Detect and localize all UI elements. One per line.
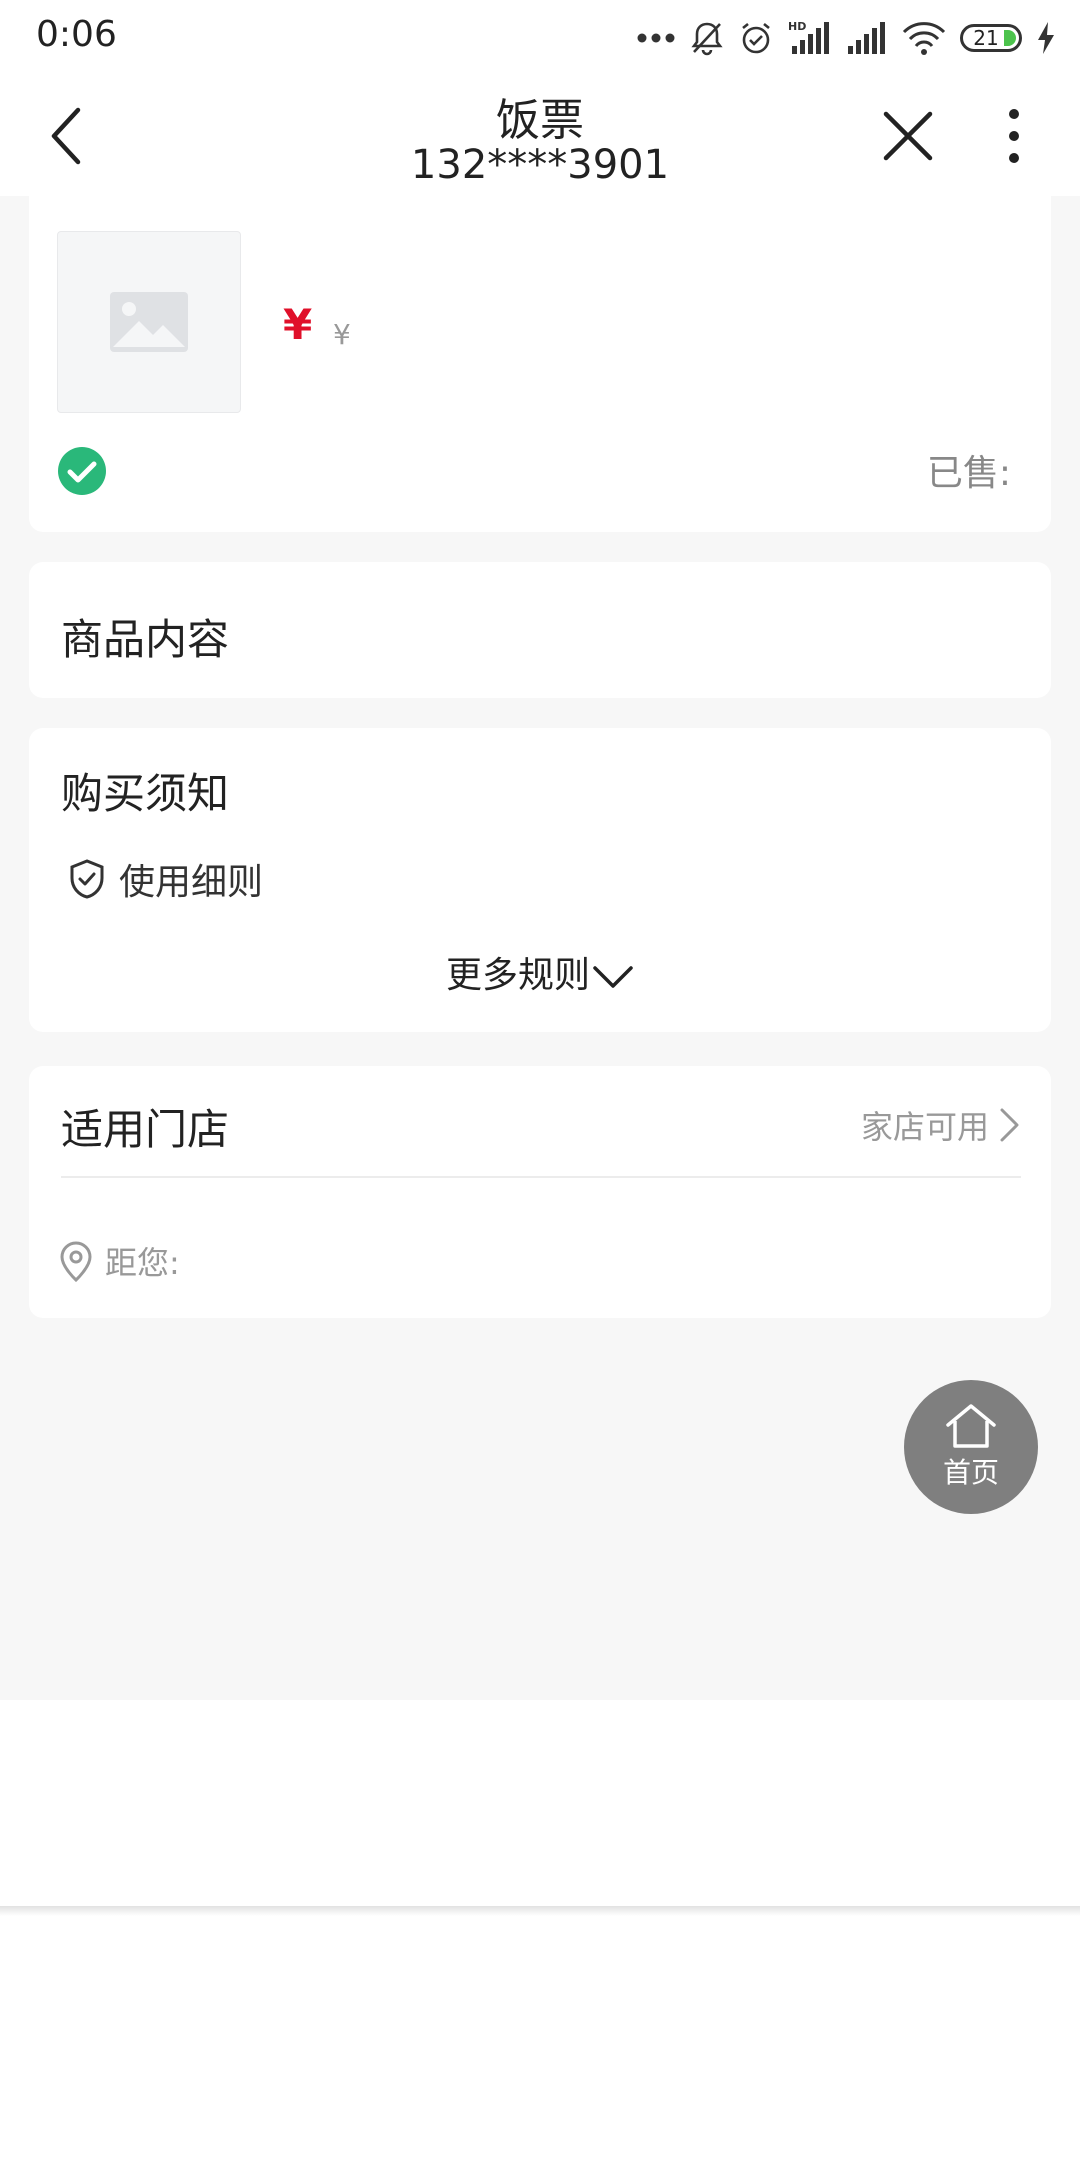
usage-rules-item: 使用细则 <box>69 853 263 905</box>
divider <box>61 1176 1021 1178</box>
more-rules-button[interactable]: 更多规则 <box>29 946 1051 998</box>
more-menu-button[interactable] <box>978 100 1050 172</box>
check-circle-icon <box>58 447 106 495</box>
product-content-title: 商品内容 <box>61 615 230 664</box>
original-price-symbol: ¥ <box>333 318 351 351</box>
more-dots-icon <box>637 33 675 43</box>
purchase-notice-title: 购买须知 <box>61 769 230 818</box>
nav-bar: 饭票 132****3901 <box>0 76 1080 196</box>
product-card: ¥ ¥ 已售: <box>29 196 1051 532</box>
location-pin-icon <box>60 1241 92 1282</box>
stores-title: 适用门店 <box>61 1105 230 1154</box>
signal-icon <box>848 22 885 54</box>
bottom-bar-shadow <box>0 1906 1080 1916</box>
svg-text:HD: HD <box>788 20 806 33</box>
usage-rules-label: 使用细则 <box>119 862 264 903</box>
bell-muted-icon <box>691 22 723 56</box>
more-rules-label: 更多规则 <box>445 955 590 996</box>
home-icon <box>946 1404 996 1448</box>
stores-card: 适用门店 家店可用 距您: <box>29 1066 1051 1318</box>
chevron-right-icon <box>1000 1108 1019 1142</box>
hd-signal-icon: HD <box>788 20 829 54</box>
purchase-notice-card: 购买须知 使用细则 更多规则 <box>29 728 1051 1032</box>
store-availability-link[interactable]: 家店可用 <box>861 1102 1021 1148</box>
home-button[interactable]: 首页 <box>904 1380 1038 1514</box>
sold-count-label: 已售: <box>926 453 1011 494</box>
home-button-label: 首页 <box>942 1456 999 1489</box>
page-content: ¥ ¥ 已售: 商品内容 购买须知 使用细则 更多规则 适用门店 家店可用 距您… <box>0 196 1080 1700</box>
product-content-card: 商品内容 <box>29 562 1051 698</box>
close-icon <box>883 111 933 161</box>
store-availability-label: 家店可用 <box>860 1108 989 1146</box>
status-icons: HD 21 <box>636 18 1056 58</box>
product-image-placeholder <box>57 231 241 413</box>
more-vertical-icon <box>1009 109 1019 163</box>
status-time: 0:06 <box>36 14 117 55</box>
status-bar: 0:06 HD 21 <box>0 0 1080 76</box>
battery-icon: 21 <box>960 24 1022 52</box>
alarm-icon <box>742 22 770 54</box>
battery-level: 21 <box>973 26 999 50</box>
chevron-down-icon <box>593 966 633 988</box>
distance-row: 距您: <box>59 1238 180 1284</box>
shield-check-icon <box>70 859 104 899</box>
distance-label: 距您: <box>105 1244 180 1282</box>
charging-bolt-icon <box>1038 22 1054 54</box>
wifi-icon <box>902 22 946 55</box>
image-placeholder-icon <box>110 292 188 352</box>
price-symbol: ¥ <box>283 300 313 349</box>
close-button[interactable] <box>872 100 944 172</box>
